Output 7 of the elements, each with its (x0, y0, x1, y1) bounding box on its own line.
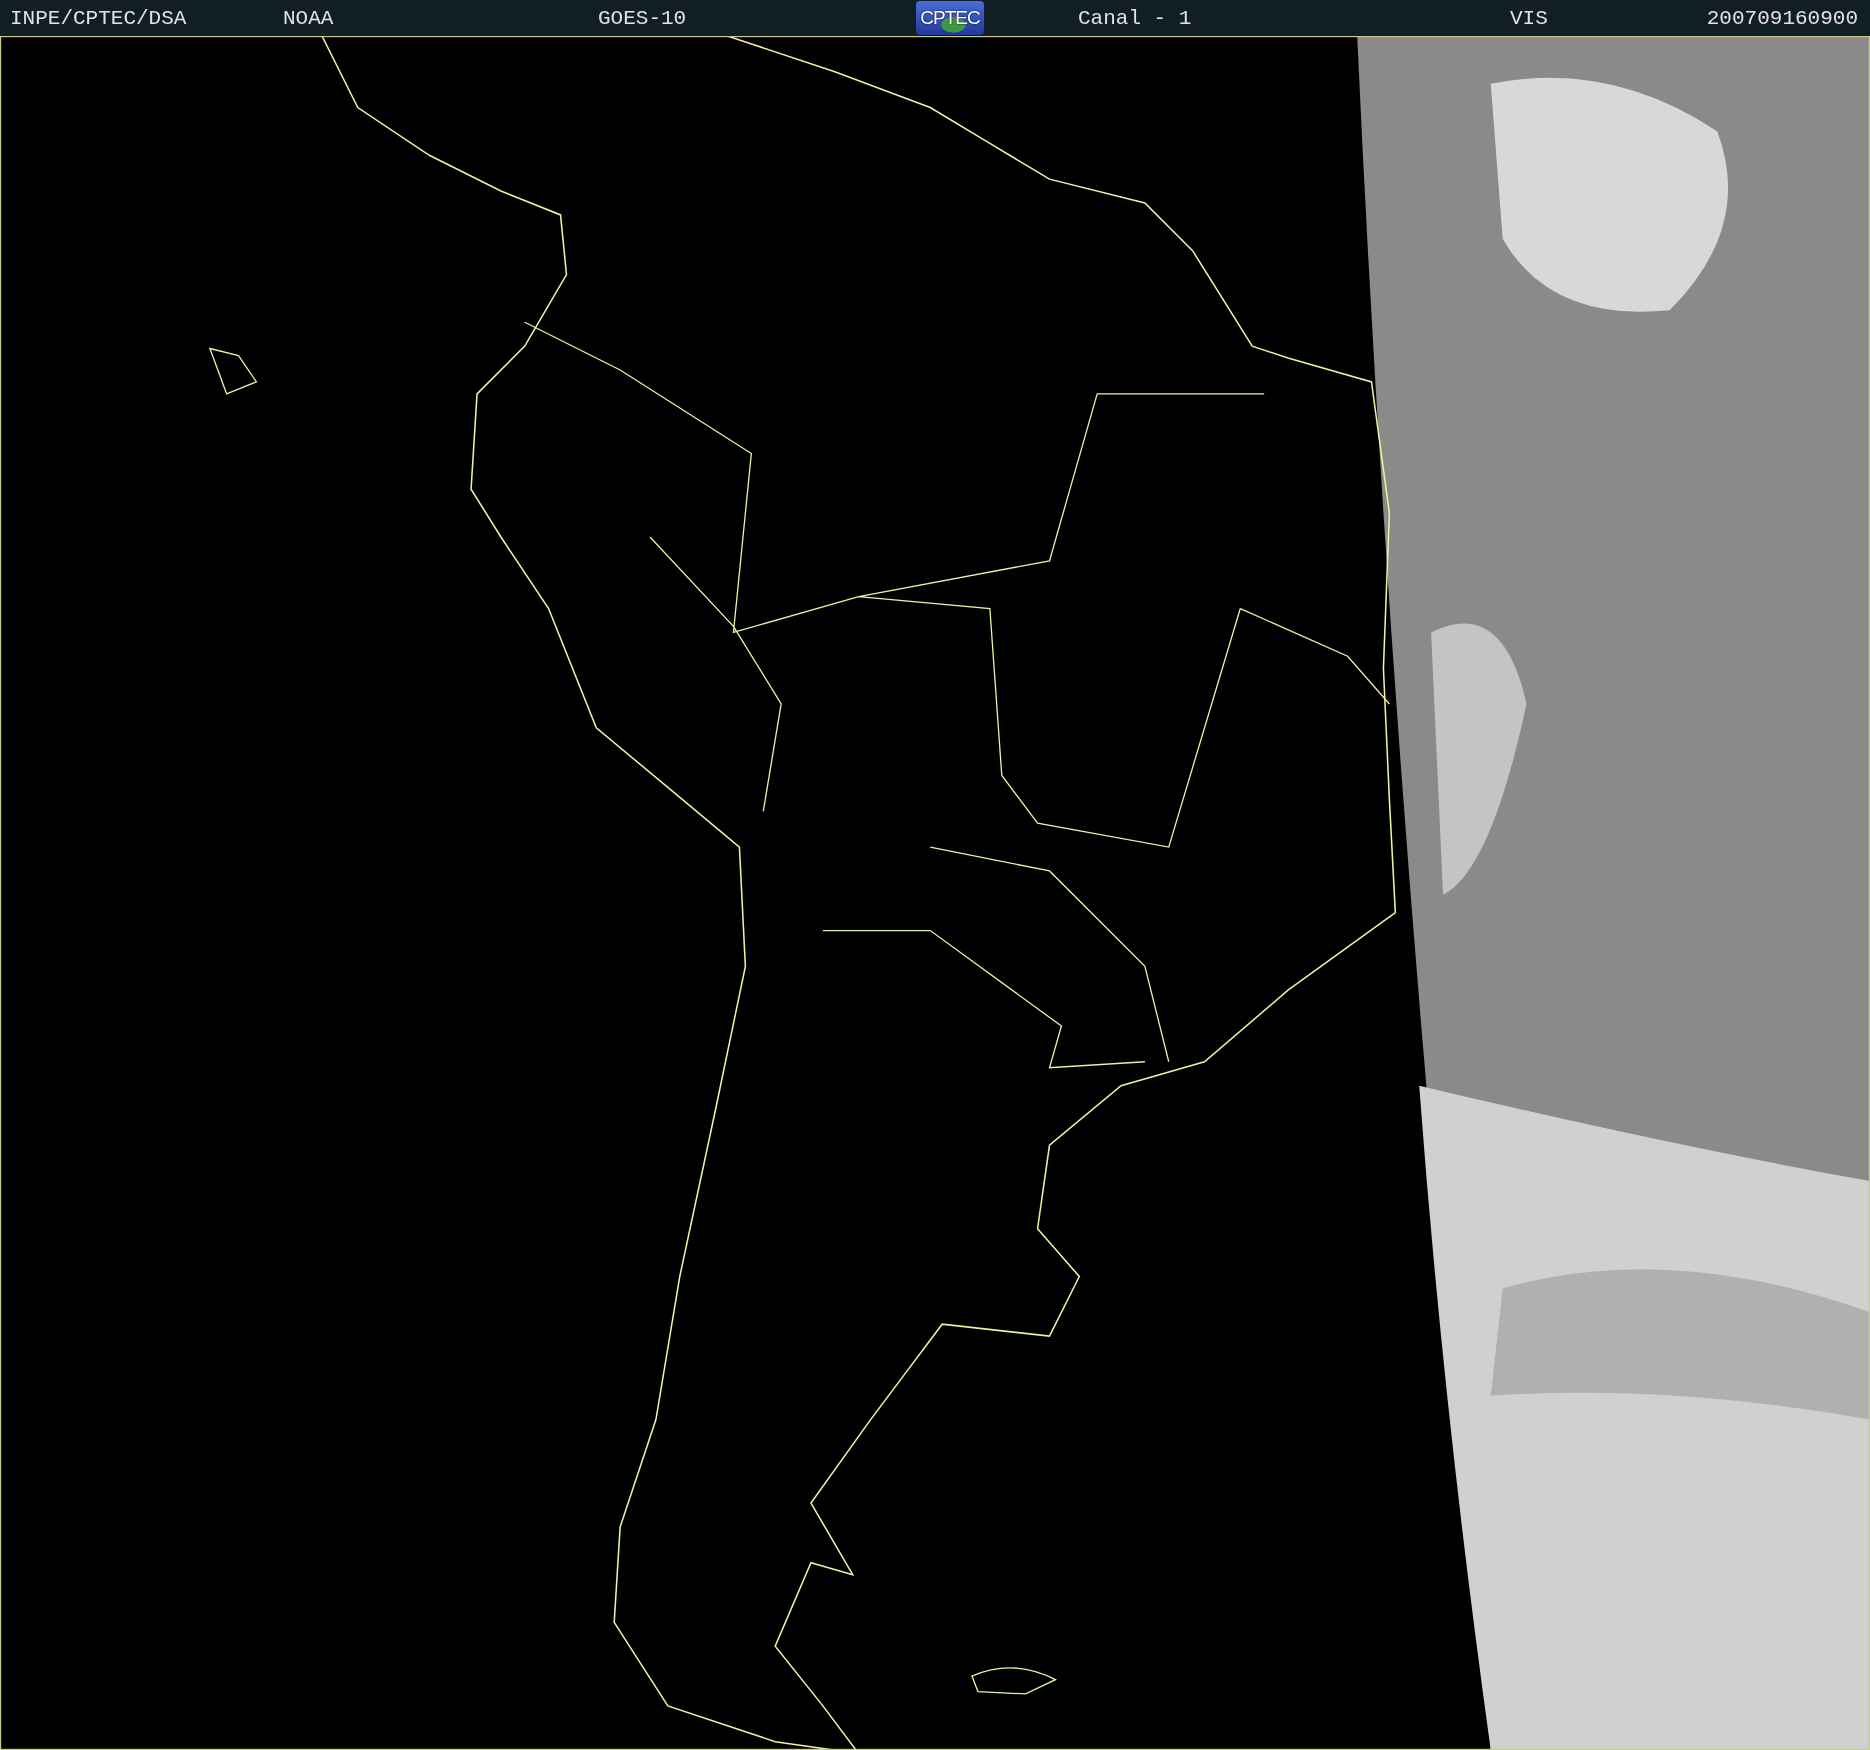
header-label: 200709160900 (1706, 6, 1858, 30)
header-label: NOAA (283, 6, 334, 30)
header-label: VIS (1510, 6, 1548, 30)
header-label: GOES-10 (598, 6, 687, 30)
header-label: Canal - 1 (1078, 6, 1192, 30)
header-label: INPE/CPTEC/DSA (10, 6, 187, 30)
logo: CPTEC (916, 1, 984, 35)
